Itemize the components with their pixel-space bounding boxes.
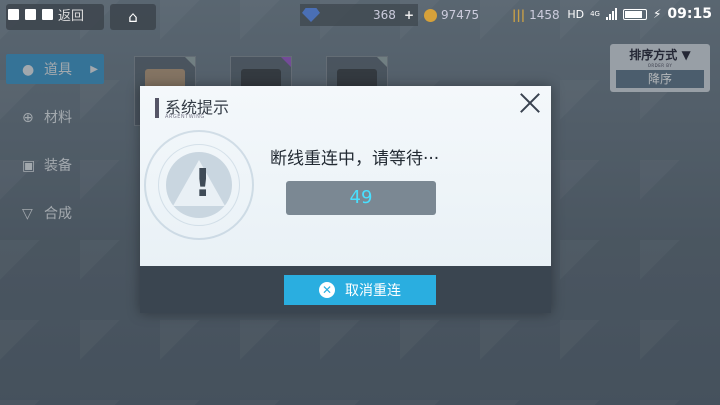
status-indicators: HD 4G ⚡ 09:15 [567,6,712,22]
clock: 09:15 [667,6,712,22]
signal-icon [605,8,617,20]
cancel-reconnect-button[interactable]: ✕ 取消重连 [284,275,436,305]
battery-icon [622,8,647,20]
cancel-icon: ✕ [319,282,335,298]
charging-icon: ⚡ [652,7,662,21]
system-status-bar: HD 4G ⚡ 09:15 [0,0,720,28]
image-icon [25,8,36,20]
system-prompt-dialog: 系统提示 ARGENTWING ! 断线重连中，请等待··· 49 ✕ 取消重连 [140,86,551,313]
app-grid-icon [8,8,19,20]
exclamation-icon: ! [194,161,212,205]
title-accent-bar [155,98,159,118]
notification-icons [8,8,53,20]
dialog-body: 系统提示 ARGENTWING ! 断线重连中，请等待··· 49 [140,86,551,266]
dialog-subtitle: ARGENTWING [165,114,205,120]
app-icon [42,8,53,20]
close-button[interactable] [517,90,543,116]
cancel-label: 取消重连 [345,283,401,299]
network-label: HD [567,7,585,21]
reconnect-message: 断线重连中，请等待··· [270,149,440,169]
network-gen: 4G [590,10,600,18]
countdown-display: 49 [286,181,436,215]
